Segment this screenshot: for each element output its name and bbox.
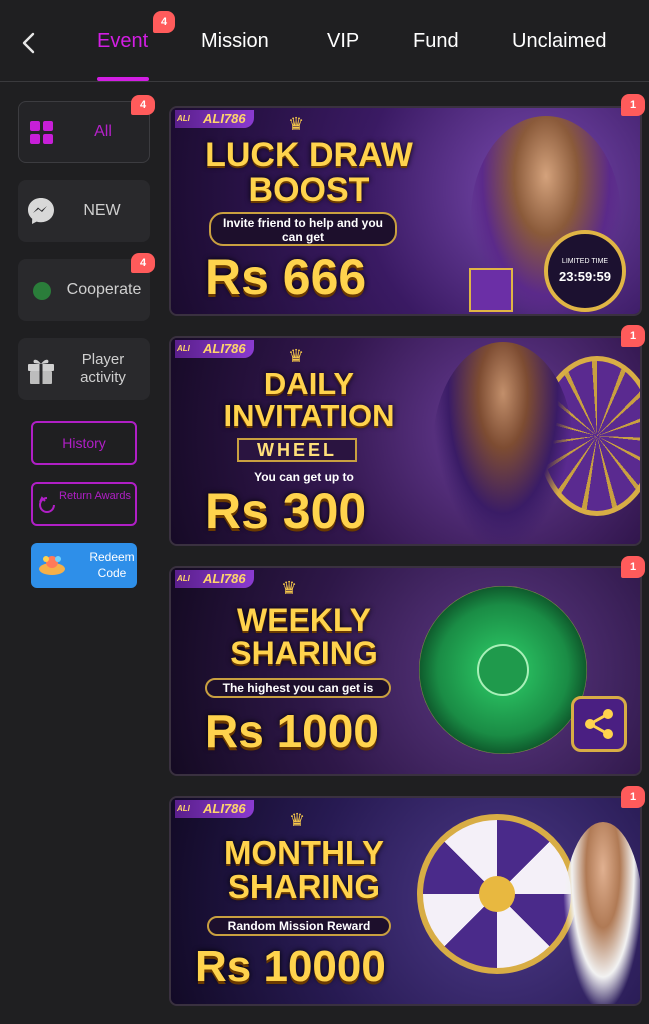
top-tab-bar: Event 4 Mission VIP Fund Unclaimed (0, 0, 649, 82)
brand-logo-icon: ALI (177, 574, 190, 583)
banner-luck-draw-boost[interactable]: ALI ALI786 ♛ LUCK DRAW BOOST Invite frie… (169, 106, 642, 316)
banner-title-line: INVITATION (223, 397, 395, 433)
return-awards-label: Return Awards (59, 490, 131, 502)
share-button-icon (571, 696, 627, 752)
tab-event-badge: 4 (153, 11, 175, 33)
timer-value: 23:59:59 (558, 269, 612, 284)
banner-title-line: SHARING (230, 634, 378, 671)
banner-title-line: LUCK DRAW (205, 136, 413, 174)
banner-title-line: WEEKLY (237, 602, 371, 638)
active-tab-indicator (97, 77, 149, 81)
banner-title-line: DAILY (263, 366, 355, 401)
tab-event[interactable]: Event (97, 30, 148, 53)
brand-logo-icon: ALI (177, 804, 190, 813)
sidebar-item-label: Player activity (80, 351, 126, 386)
banner-amount: Rs 666 (205, 249, 367, 305)
banner-title-line: BOOST (248, 170, 370, 209)
back-button[interactable] (14, 26, 44, 60)
host-woman-illustration (433, 342, 573, 544)
banner-weekly-sharing[interactable]: ALI ALI786 ♛ WEEKLY SHARING The highest … (169, 566, 642, 776)
sidebar-cooperate-badge: 4 (131, 253, 155, 273)
tab-vip[interactable]: VIP (327, 30, 359, 53)
tab-mission[interactable]: Mission (201, 30, 269, 53)
crown-icon: ♛ (281, 578, 298, 598)
brand-logo-icon: ALI (177, 344, 190, 353)
stopwatch-icon: LIMITED TIME 23:59:59 (544, 230, 626, 312)
sidebar-item-label: NEW (83, 202, 121, 219)
banner-badge: 1 (621, 325, 645, 347)
crown-icon: ♛ (288, 114, 305, 134)
sidebar-item-player-activity[interactable]: Player activity (18, 338, 150, 400)
host-woman-illustration (563, 822, 640, 1004)
banner-subtitle: Random Mission Reward (207, 916, 391, 936)
return-awards-button[interactable]: Return Awards (31, 482, 137, 526)
brand-tag: ALI ALI786 (175, 340, 254, 358)
brand-tag: ALI ALI786 (175, 570, 254, 588)
history-button[interactable]: History (31, 421, 137, 465)
wheel-center (479, 876, 515, 912)
return-icon (39, 496, 55, 513)
timer-label: LIMITED TIME (561, 258, 609, 265)
brand-name: ALI786 (203, 801, 246, 816)
redeem-code-label: Redeem Code (89, 550, 135, 580)
chevron-left-icon (22, 32, 35, 54)
brand-tag: ALI ALI786 (175, 800, 254, 818)
banner-title: LUCK DRAW BOOST (189, 138, 429, 207)
redeem-code-button[interactable]: Redeem Code (31, 543, 137, 588)
banner-daily-invitation-wheel[interactable]: ALI ALI786 ♛ DAILY INVITATION WHEEL You … (169, 336, 642, 546)
sidebar-item-new[interactable]: NEW (18, 180, 150, 242)
banner-title: MONTHLY SHARING (189, 836, 419, 903)
brand-name: ALI786 (203, 571, 246, 586)
banner-subtitle: Invite friend to help and you can get (209, 212, 397, 246)
brand-name: ALI786 (203, 341, 246, 356)
sidebar-all-badge: 4 (131, 95, 155, 115)
brand-name: ALI786 (203, 111, 246, 126)
brand-tag: ALI ALI786 (175, 110, 254, 128)
banner-monthly-sharing[interactable]: ALI ALI786 ♛ MONTHLY SHARING Random Miss… (169, 796, 642, 1006)
banner-title-line: MONTHLY (223, 834, 385, 871)
tab-unclaimed[interactable]: Unclaimed (512, 30, 606, 53)
banner-title-sub: WHEEL (237, 438, 357, 462)
sidebar-item-label: All (94, 123, 112, 140)
messenger-icon (28, 198, 54, 224)
gift-icon (28, 359, 54, 384)
brand-logo-icon: ALI (177, 114, 190, 123)
banner-title: WEEKLY SHARING (189, 604, 419, 669)
crown-icon: ♛ (288, 346, 305, 366)
event-page: Event 4 Mission VIP Fund Unclaimed All 4… (0, 0, 649, 1024)
gift-box-icon (469, 268, 513, 312)
cooperate-icon (33, 282, 51, 300)
banner-title-line: SHARING (227, 867, 381, 905)
banner-amount: Rs 10000 (195, 942, 386, 991)
hands-icon (39, 556, 65, 575)
tab-fund[interactable]: Fund (413, 30, 459, 53)
banner-title: DAILY INVITATION (189, 368, 429, 431)
share-icon (585, 709, 613, 739)
banner-badge: 1 (621, 556, 645, 578)
wheel-center (477, 644, 529, 696)
banner-badge: 1 (621, 94, 645, 116)
crown-icon: ♛ (289, 810, 306, 830)
banner-amount: Rs 300 (205, 483, 367, 539)
banner-badge: 1 (621, 786, 645, 808)
banner-subtitle: The highest you can get is (205, 678, 391, 698)
sidebar-item-label: Cooperate (66, 281, 142, 298)
banner-amount: Rs 1000 (205, 705, 379, 757)
grid-icon (30, 121, 53, 144)
